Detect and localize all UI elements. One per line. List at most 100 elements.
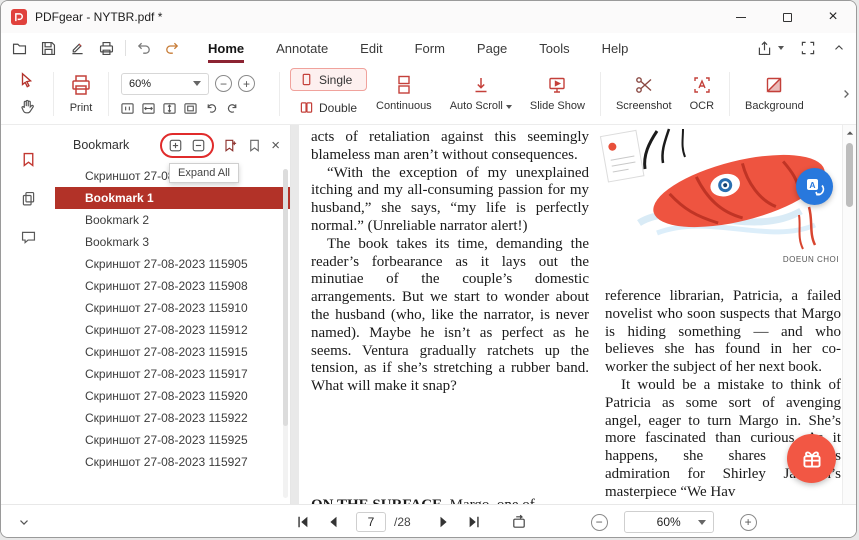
quick-print-icon[interactable]	[98, 40, 115, 57]
pdf-paragraph: “With the exception of my unexplained it…	[311, 164, 589, 234]
bookmark-item[interactable]: Скриншот 27-08-2023 115905	[55, 253, 290, 275]
comment-panel-icon[interactable]	[20, 229, 37, 246]
fit-width-icon[interactable]	[142, 102, 155, 115]
window-title: PDFgear - NYTBR.pdf *	[35, 10, 163, 24]
fullscreen-icon[interactable]	[800, 40, 816, 56]
pdf-viewport[interactable]: acts of retaliation against this seeming…	[291, 125, 842, 504]
page-mode-stack: Single Double	[290, 68, 368, 119]
window-controls: ×	[718, 1, 856, 33]
redo-icon[interactable]	[164, 40, 180, 56]
translate-button[interactable]: A	[796, 168, 833, 205]
bookmark-item[interactable]: Скриншот 27-08-2023 115927	[55, 451, 290, 473]
tab-tools[interactable]: Tools	[539, 33, 569, 63]
expand-all-tooltip: Expand All	[169, 163, 239, 183]
undo-icon[interactable]	[136, 40, 152, 56]
tab-home[interactable]: Home	[208, 33, 245, 63]
zoom-select-statusbar[interactable]: 60%	[623, 511, 714, 533]
delete-bookmark-icon[interactable]	[247, 138, 262, 153]
screenshot-button[interactable]: Screenshot	[607, 66, 681, 122]
bookmark-item[interactable]: Скриншот 27-08-2023 115922	[55, 407, 290, 429]
minus-icon: −	[595, 515, 603, 529]
tab-form[interactable]: Form	[415, 33, 445, 63]
zoom-out-button-statusbar[interactable]: −	[590, 513, 608, 531]
toolbar-overflow-chevron-icon[interactable]	[839, 87, 853, 101]
chevron-down-icon	[505, 105, 512, 109]
ocr-button[interactable]: OCR	[681, 66, 723, 122]
ocr-icon	[692, 75, 712, 95]
double-view-button[interactable]: Double	[290, 96, 367, 119]
collapse-statusbar-icon[interactable]	[17, 515, 31, 529]
menu-row: Home Annotate Edit Form Page Tools Help	[1, 33, 856, 63]
rotate-left-icon[interactable]	[205, 102, 218, 115]
background-button[interactable]: Background	[736, 66, 813, 122]
scroll-up-icon[interactable]	[846, 129, 854, 137]
double-page-icon	[300, 101, 313, 114]
zoom-out-button[interactable]: −	[215, 75, 232, 92]
bookmark-panel-icon[interactable]	[20, 151, 37, 168]
pdf-left-column: acts of retaliation against this seeming…	[311, 129, 589, 396]
slide-show-label: Slide Show	[529, 100, 585, 112]
expand-all-icon[interactable]	[168, 138, 183, 153]
first-page-button[interactable]	[296, 515, 310, 529]
bookmark-item[interactable]: Bookmark 1	[55, 187, 290, 209]
continuous-view-button[interactable]: Continuous	[367, 66, 441, 122]
toolbar-separator	[599, 71, 601, 116]
collapse-ribbon-icon[interactable]	[832, 41, 846, 55]
print-button[interactable]: Print	[60, 66, 102, 122]
tab-edit[interactable]: Edit	[360, 33, 382, 63]
bookmark-scrollbar[interactable]	[283, 169, 288, 498]
one-to-one-icon[interactable]	[121, 102, 134, 115]
scrollbar-thumb[interactable]	[283, 169, 288, 426]
zoom-value: 60%	[129, 77, 152, 90]
bookmark-item[interactable]: Скриншот 27-08-2023 115917	[55, 363, 290, 385]
previous-page-button[interactable]	[326, 515, 340, 529]
bookmark-item[interactable]: Скриншот 27-08-2023 115912	[55, 319, 290, 341]
fit-page-icon[interactable]	[184, 102, 197, 115]
rotate-right-icon[interactable]	[226, 102, 239, 115]
tab-annotate[interactable]: Annotate	[276, 33, 328, 63]
pdf-page: acts of retaliation against this seeming…	[299, 125, 842, 504]
fit-height-icon[interactable]	[163, 102, 176, 115]
bookmark-item[interactable]: Скриншот 27-08-2023 115920	[55, 385, 290, 407]
bookmark-item[interactable]: Скриншот 27-08-2023 115910	[55, 297, 290, 319]
bookmark-item[interactable]: Скриншот 27-08-2023 115908	[55, 275, 290, 297]
bookmark-list: Скриншот 27-08- Bookmark 1 Bookmark 2 Bookm…	[55, 165, 290, 504]
save-icon[interactable]	[40, 40, 57, 57]
bookmark-item[interactable]: Скриншот 27-08-2023 115925	[55, 429, 290, 451]
next-page-button[interactable]	[437, 515, 451, 529]
add-bookmark-icon[interactable]	[223, 138, 238, 153]
share-icon[interactable]	[756, 40, 784, 57]
close-panel-icon[interactable]: ×	[271, 138, 280, 153]
scrollbar-thumb[interactable]	[846, 143, 853, 207]
single-view-button[interactable]: Single	[290, 68, 368, 91]
last-page-button[interactable]	[467, 515, 481, 529]
zoom-in-button-statusbar[interactable]: +	[739, 513, 757, 531]
minus-icon: −	[219, 76, 227, 91]
page-number-input[interactable]: 7	[356, 512, 386, 532]
pages-panel-icon[interactable]	[20, 190, 37, 207]
zoom-value-statusbar: 60%	[656, 515, 681, 529]
maximize-button[interactable]	[764, 1, 810, 33]
zoom-dropdown[interactable]: 60%	[121, 72, 209, 95]
signature-icon[interactable]	[69, 40, 86, 57]
select-arrow-icon[interactable]	[18, 71, 36, 89]
hand-tool-icon[interactable]	[18, 98, 36, 116]
rotate-view-icon[interactable]	[511, 514, 527, 530]
tab-page[interactable]: Page	[477, 33, 507, 63]
section-lead-rest: Margo, one of	[446, 497, 535, 504]
titlebar: PDFgear - NYTBR.pdf * ×	[1, 1, 856, 33]
slide-show-button[interactable]: Slide Show	[521, 66, 594, 122]
promo-gift-button[interactable]	[787, 434, 836, 483]
minimize-button[interactable]	[718, 1, 764, 33]
status-bar: 7 /28 − 60% +	[1, 504, 856, 537]
bookmark-item[interactable]: Скриншот 27-08-2023 115915	[55, 341, 290, 363]
collapse-all-icon[interactable]	[191, 138, 206, 153]
close-button[interactable]: ×	[810, 1, 856, 33]
pdf-scrollbar[interactable]	[842, 125, 856, 504]
tab-help[interactable]: Help	[602, 33, 629, 63]
open-file-icon[interactable]	[11, 40, 28, 57]
zoom-in-button[interactable]: +	[238, 75, 255, 92]
bookmark-item[interactable]: Bookmark 3	[55, 231, 290, 253]
bookmark-item[interactable]: Bookmark 2	[55, 209, 290, 231]
auto-scroll-button[interactable]: Auto Scroll	[441, 66, 521, 122]
